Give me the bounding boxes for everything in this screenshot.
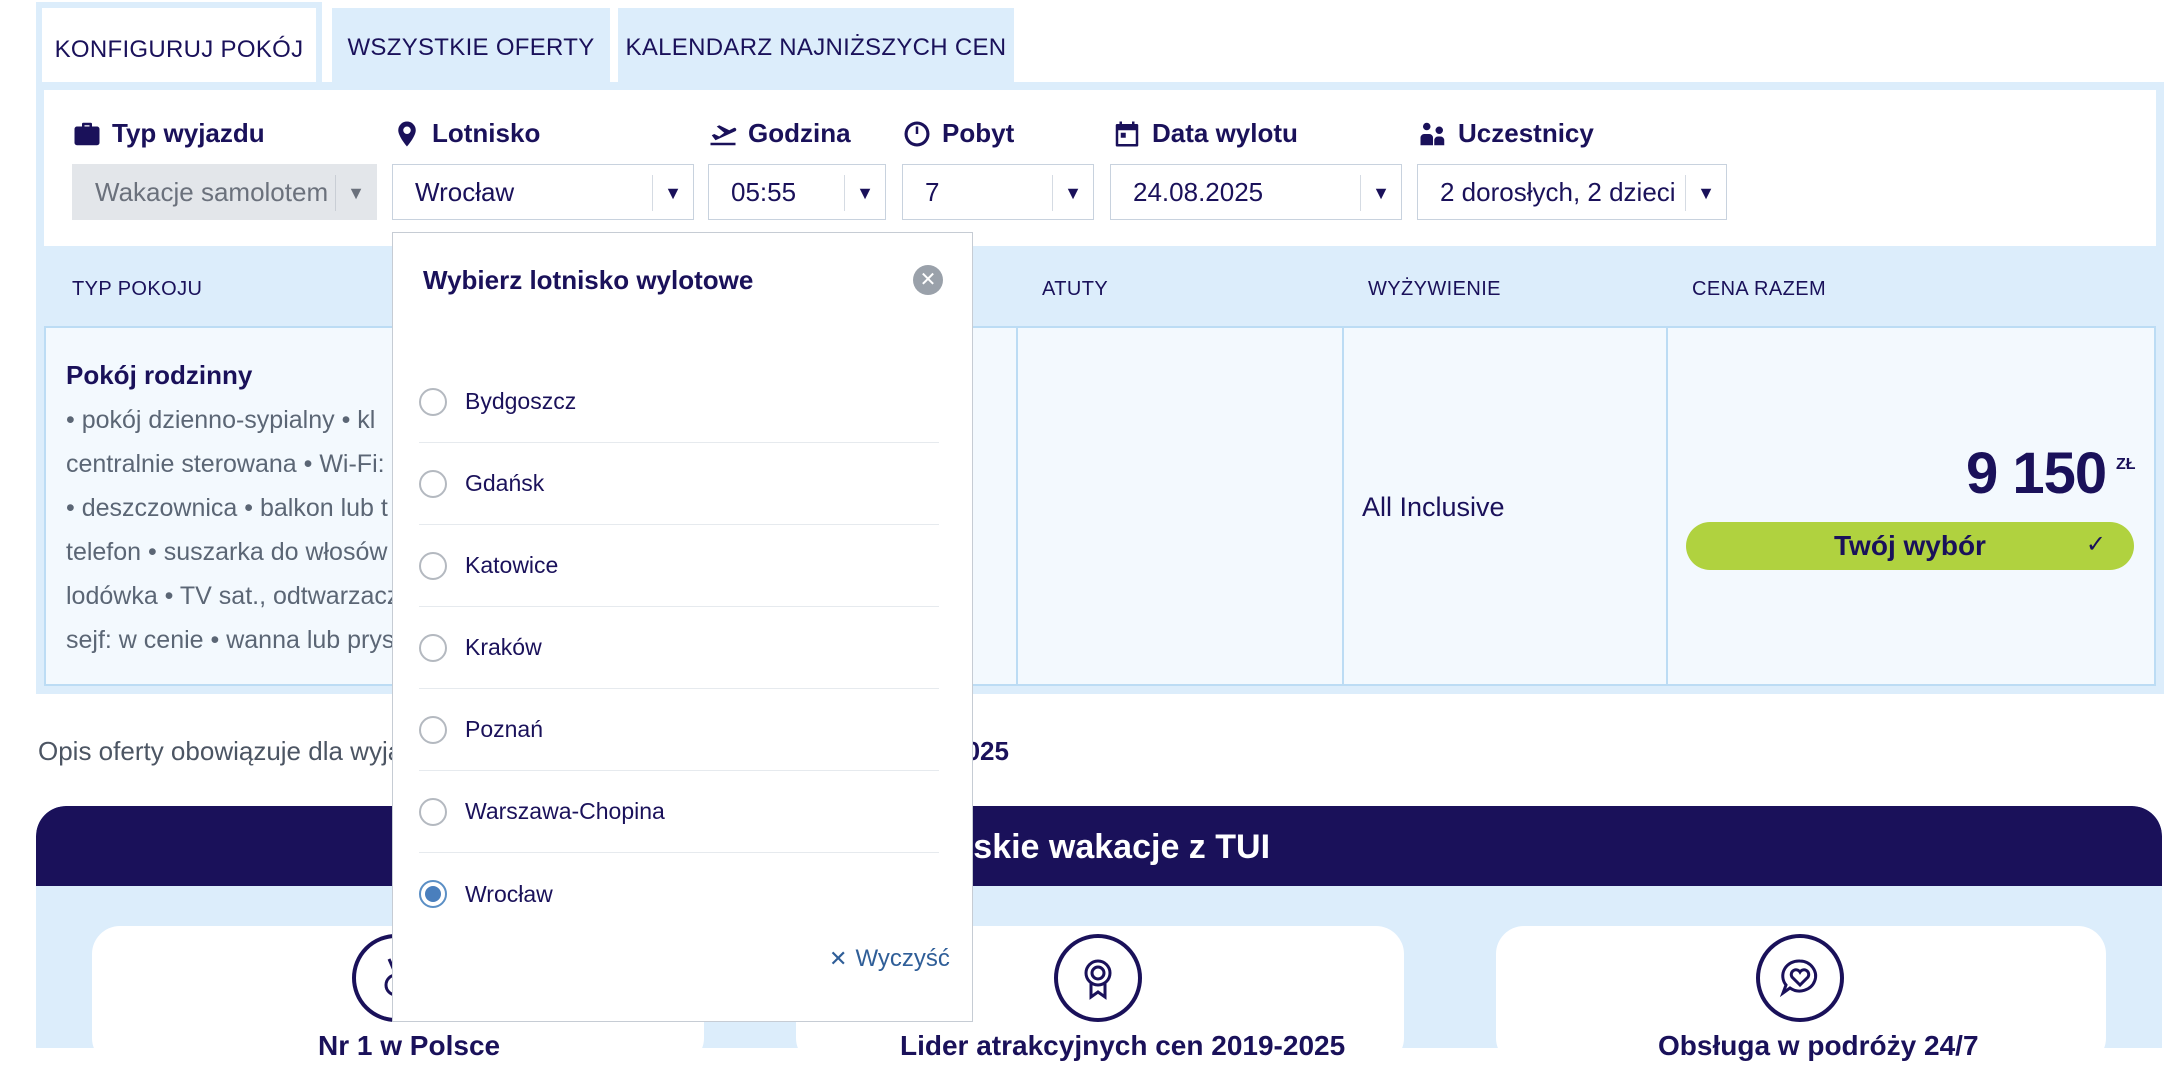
airport-option-wroclaw[interactable]: Wrocław — [419, 853, 939, 935]
feature-label-nr1: Nr 1 w Polsce — [318, 1030, 501, 1061]
airport-option-krakow[interactable]: Kraków — [419, 607, 939, 689]
dropdown-title: Wybierz lotnisko wylotowe — [423, 265, 754, 295]
chevron-down-icon[interactable]: ▼ — [1685, 175, 1726, 211]
price-currency: ZŁ — [2116, 456, 2136, 473]
radio-button[interactable] — [419, 469, 447, 498]
trip-type-label: Typ wyjazdu — [72, 118, 265, 149]
airport-option-warszawa-chopina[interactable]: Warszawa-Chopina — [419, 771, 939, 853]
banner-title: troskie wakacje z TUI — [927, 828, 1271, 866]
feature-label-leader: Lider atrakcyjnych cen 2019-2025 — [900, 1030, 1346, 1061]
radio-button[interactable] — [419, 387, 447, 416]
feature-label-support: Obsługa w podróży 24/7 — [1658, 1030, 1979, 1061]
stay-label: Pobyt — [902, 118, 1014, 149]
airport-select[interactable]: Wrocław ▼ — [392, 164, 694, 220]
offer-notice: Opis oferty obowiązuje dla wyja — [38, 736, 403, 766]
chevron-down-icon[interactable]: ▼ — [652, 175, 693, 211]
tab-wszystkie-oferty[interactable]: WSZYSTKIE OFERTY — [332, 8, 610, 88]
participants-select[interactable]: 2 dorosłych, 2 dzieci ▼ — [1417, 164, 1727, 220]
radio-button-selected[interactable] — [419, 880, 447, 908]
your-choice-button[interactable]: Twój wybór ✓ — [1686, 522, 2134, 570]
close-icon: ✕ — [829, 946, 848, 971]
chevron-down-icon[interactable]: ▼ — [1360, 175, 1401, 211]
airport-option-katowice[interactable]: Katowice — [419, 525, 939, 607]
room-description: • pokój dzienno-sypialny • kl centralnie… — [66, 406, 396, 654]
award-ribbon-icon — [1054, 934, 1142, 1022]
tab-konfiguruj-pokoj[interactable]: KONFIGURUJ POKÓJ — [36, 2, 322, 92]
chevron-down-icon[interactable]: ▼ — [844, 175, 885, 211]
radio-button[interactable] — [419, 715, 447, 744]
room-title: Pokój rodzinny — [66, 360, 253, 390]
clock-icon — [904, 121, 930, 146]
total-price: 9 150 — [1966, 441, 2107, 506]
heart-chat-icon — [1756, 934, 1844, 1022]
time-label: Godzina — [708, 118, 851, 149]
radio-button[interactable] — [419, 633, 447, 662]
people-icon — [1420, 122, 1445, 145]
chevron-down-icon[interactable]: ▼ — [1052, 175, 1093, 211]
radio-button[interactable] — [419, 551, 447, 580]
airport-option-bydgoszcz[interactable]: Bydgoszcz — [419, 361, 939, 443]
board-value: All Inclusive — [1362, 492, 1505, 522]
stay-select[interactable]: 7 ▼ — [902, 164, 1094, 220]
features-cell — [1016, 326, 1345, 686]
airport-dropdown: Wybierz lotnisko wylotowe ✕ Bydgoszcz Gd… — [392, 232, 973, 1022]
col-head-features: ATUTY — [1042, 278, 1109, 300]
date-label: Data wylotu — [1112, 118, 1298, 149]
calendar-icon — [1115, 121, 1139, 146]
briefcase-icon — [74, 122, 100, 145]
date-select[interactable]: 24.08.2025 ▼ — [1110, 164, 1402, 220]
col-head-room-type: TYP POKOJU — [72, 278, 203, 300]
airport-option-gdansk[interactable]: Gdańsk — [419, 443, 939, 525]
radio-button[interactable] — [419, 797, 447, 826]
plane-icon — [710, 124, 737, 145]
airport-option-poznan[interactable]: Poznań — [419, 689, 939, 771]
time-select[interactable]: 05:55 ▼ — [708, 164, 886, 220]
col-head-board: WYŻYWIENIE — [1368, 278, 1501, 300]
map-pin-icon — [398, 121, 416, 146]
chevron-down-icon: ▼ — [335, 175, 376, 211]
participants-label: Uczestnicy — [1418, 118, 1594, 149]
col-head-price: CENA RAZEM — [1692, 278, 1827, 300]
airport-label: Lotnisko — [392, 118, 540, 149]
close-icon[interactable]: ✕ — [913, 265, 943, 295]
clear-button[interactable]: ✕ Wyczyść — [829, 945, 950, 973]
check-icon: ✓ — [2085, 531, 2106, 558]
tab-kalendarz-cen[interactable]: KALENDARZ NAJNIŻSZYCH CEN — [618, 8, 1014, 88]
trip-type-select: Wakacje samolotem ▼ — [72, 164, 377, 220]
